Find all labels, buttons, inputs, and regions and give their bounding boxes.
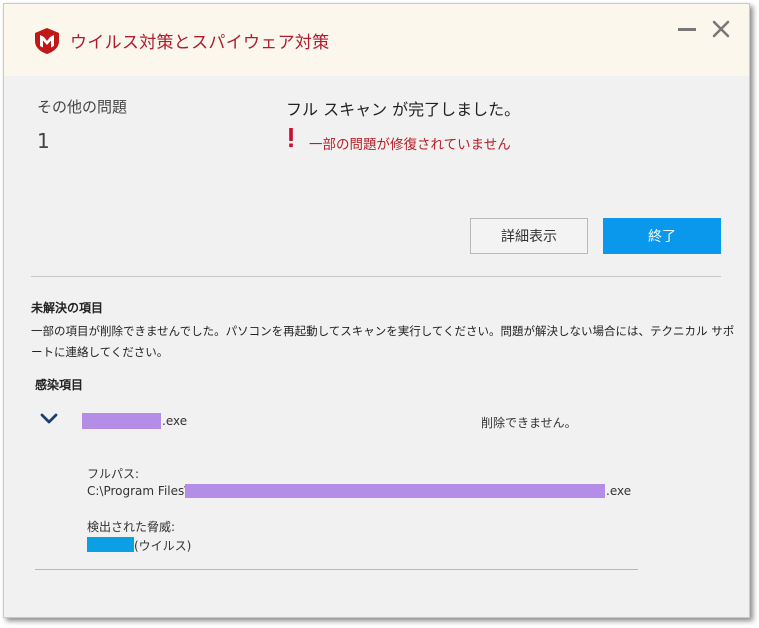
threat-label: 検出された脅威:	[87, 520, 176, 534]
app-title: ウイルス対策とスパイウェア対策	[70, 33, 330, 53]
scan-status-heading: フル スキャン が完了しました。	[286, 100, 521, 119]
finish-button[interactable]: 終了	[603, 218, 721, 254]
full-path-prefix: C:\Program Files\	[87, 484, 189, 498]
warning-exclamation-icon	[289, 128, 293, 148]
redacted-filename	[82, 413, 161, 429]
chevron-down-icon[interactable]	[40, 413, 58, 425]
redacted-path	[185, 484, 605, 498]
threat-type: (ウイルス)	[134, 539, 192, 553]
mcafee-shield-icon	[35, 28, 59, 54]
section-divider	[31, 276, 721, 277]
full-path-extension: .exe	[606, 484, 632, 498]
minimize-icon[interactable]	[676, 18, 698, 40]
unresolved-title: 未解決の項目	[31, 301, 104, 315]
full-path-label: フルパス:	[87, 467, 140, 481]
antivirus-window: ウイルス対策とスパイウェア対策 その他の問題 1 フル スキャン が完了しました…	[3, 3, 750, 618]
infected-items-title: 感染項目	[35, 378, 84, 392]
unresolved-description: 一部の項目が削除できませんでした。パソコンを再起動してスキャンを実行してください…	[31, 324, 735, 359]
warning-message: 一部の問題が修復されていません	[309, 137, 511, 153]
other-issues-count: 1	[37, 129, 50, 153]
close-icon[interactable]	[710, 18, 732, 40]
item-divider	[35, 569, 638, 570]
infected-file-extension: .exe	[162, 414, 188, 428]
title-bar: ウイルス対策とスパイウェア対策	[4, 4, 749, 76]
other-issues-label: その他の問題	[37, 98, 128, 116]
redacted-threat-name	[87, 537, 134, 552]
infected-file-status: 削除できません。	[481, 416, 577, 430]
details-button[interactable]: 詳細表示	[470, 218, 588, 254]
